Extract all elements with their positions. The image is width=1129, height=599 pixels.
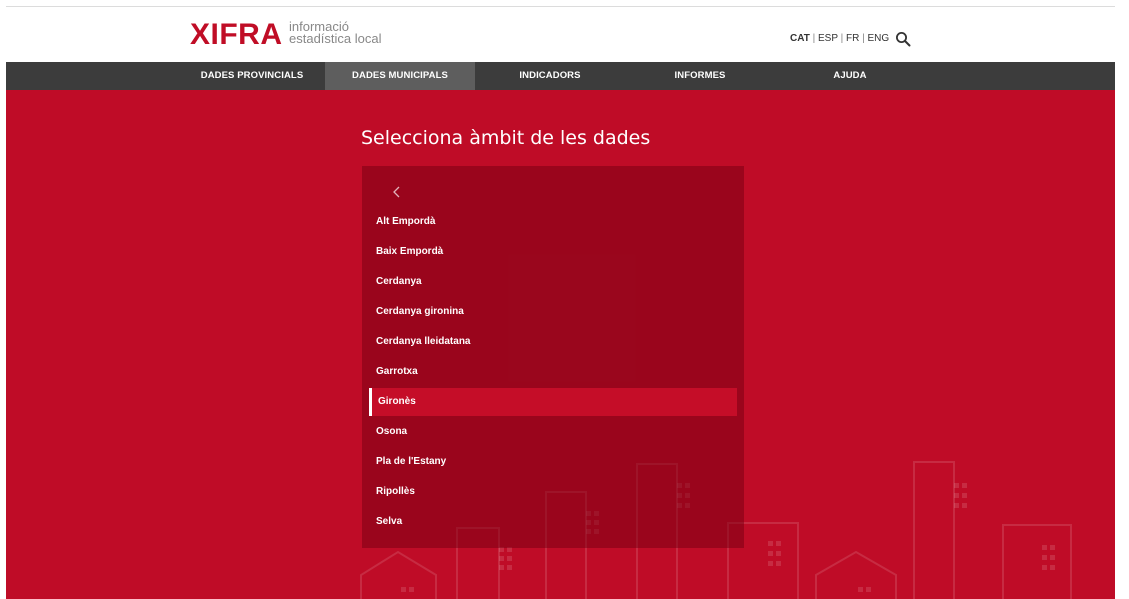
region-item-alt-emporda[interactable]: Alt Empordà bbox=[369, 208, 737, 236]
language-esp[interactable]: ESP bbox=[818, 33, 838, 44]
region-item-pla-de-lestany[interactable]: Pla de l'Estany bbox=[369, 448, 737, 476]
language-separator: | bbox=[840, 33, 844, 44]
nav-item-dades-municipals[interactable]: DADES MUNICIPALS bbox=[325, 62, 475, 90]
region-item-ripolles[interactable]: Ripollès bbox=[369, 478, 737, 506]
nav-item-indicadors[interactable]: INDICADORS bbox=[475, 62, 625, 90]
language-fr[interactable]: FR bbox=[846, 33, 859, 44]
main-nav: DADES PROVINCIALS DADES MUNICIPALS INDIC… bbox=[6, 62, 1115, 90]
region-item-garrotxa[interactable]: Garrotxa bbox=[369, 358, 737, 386]
region-item-selva[interactable]: Selva bbox=[369, 508, 737, 536]
logo-tagline: informació estadística local bbox=[289, 20, 419, 46]
chevron-left-icon[interactable] bbox=[390, 184, 404, 200]
hero-section: Selecciona àmbit de les dades Alt Empord… bbox=[6, 90, 1115, 599]
region-item-girones[interactable]: Gironès bbox=[369, 388, 737, 416]
region-item-cerdanya[interactable]: Cerdanya bbox=[369, 268, 737, 296]
language-cat[interactable]: CAT bbox=[790, 33, 810, 44]
page-title: Selecciona àmbit de les dades bbox=[361, 127, 651, 149]
region-item-osona[interactable]: Osona bbox=[369, 418, 737, 446]
nav-item-dades-provincials[interactable]: DADES PROVINCIALS bbox=[179, 62, 325, 90]
language-switcher: CAT | ESP | FR | ENG bbox=[790, 33, 889, 44]
region-item-cerdanya-lleidatana[interactable]: Cerdanya lleidatana bbox=[369, 328, 737, 356]
nav-item-ajuda[interactable]: AJUDA bbox=[775, 62, 925, 90]
search-icon[interactable] bbox=[895, 31, 911, 47]
site-header: XIFRA informació estadística local CAT |… bbox=[0, 7, 1129, 62]
language-separator: | bbox=[812, 33, 816, 44]
nav-item-informes[interactable]: INFORMES bbox=[625, 62, 775, 90]
language-eng[interactable]: ENG bbox=[868, 33, 890, 44]
region-item-baix-emporda[interactable]: Baix Empordà bbox=[369, 238, 737, 266]
logo-mark: XIFRA bbox=[190, 18, 283, 51]
logo-tagline-line2: estadística local bbox=[289, 31, 382, 46]
region-selector-panel: Alt Empordà Baix Empordà Cerdanya Cerdan… bbox=[362, 166, 744, 548]
language-separator: | bbox=[862, 33, 865, 44]
region-item-cerdanya-gironina[interactable]: Cerdanya gironina bbox=[369, 298, 737, 326]
